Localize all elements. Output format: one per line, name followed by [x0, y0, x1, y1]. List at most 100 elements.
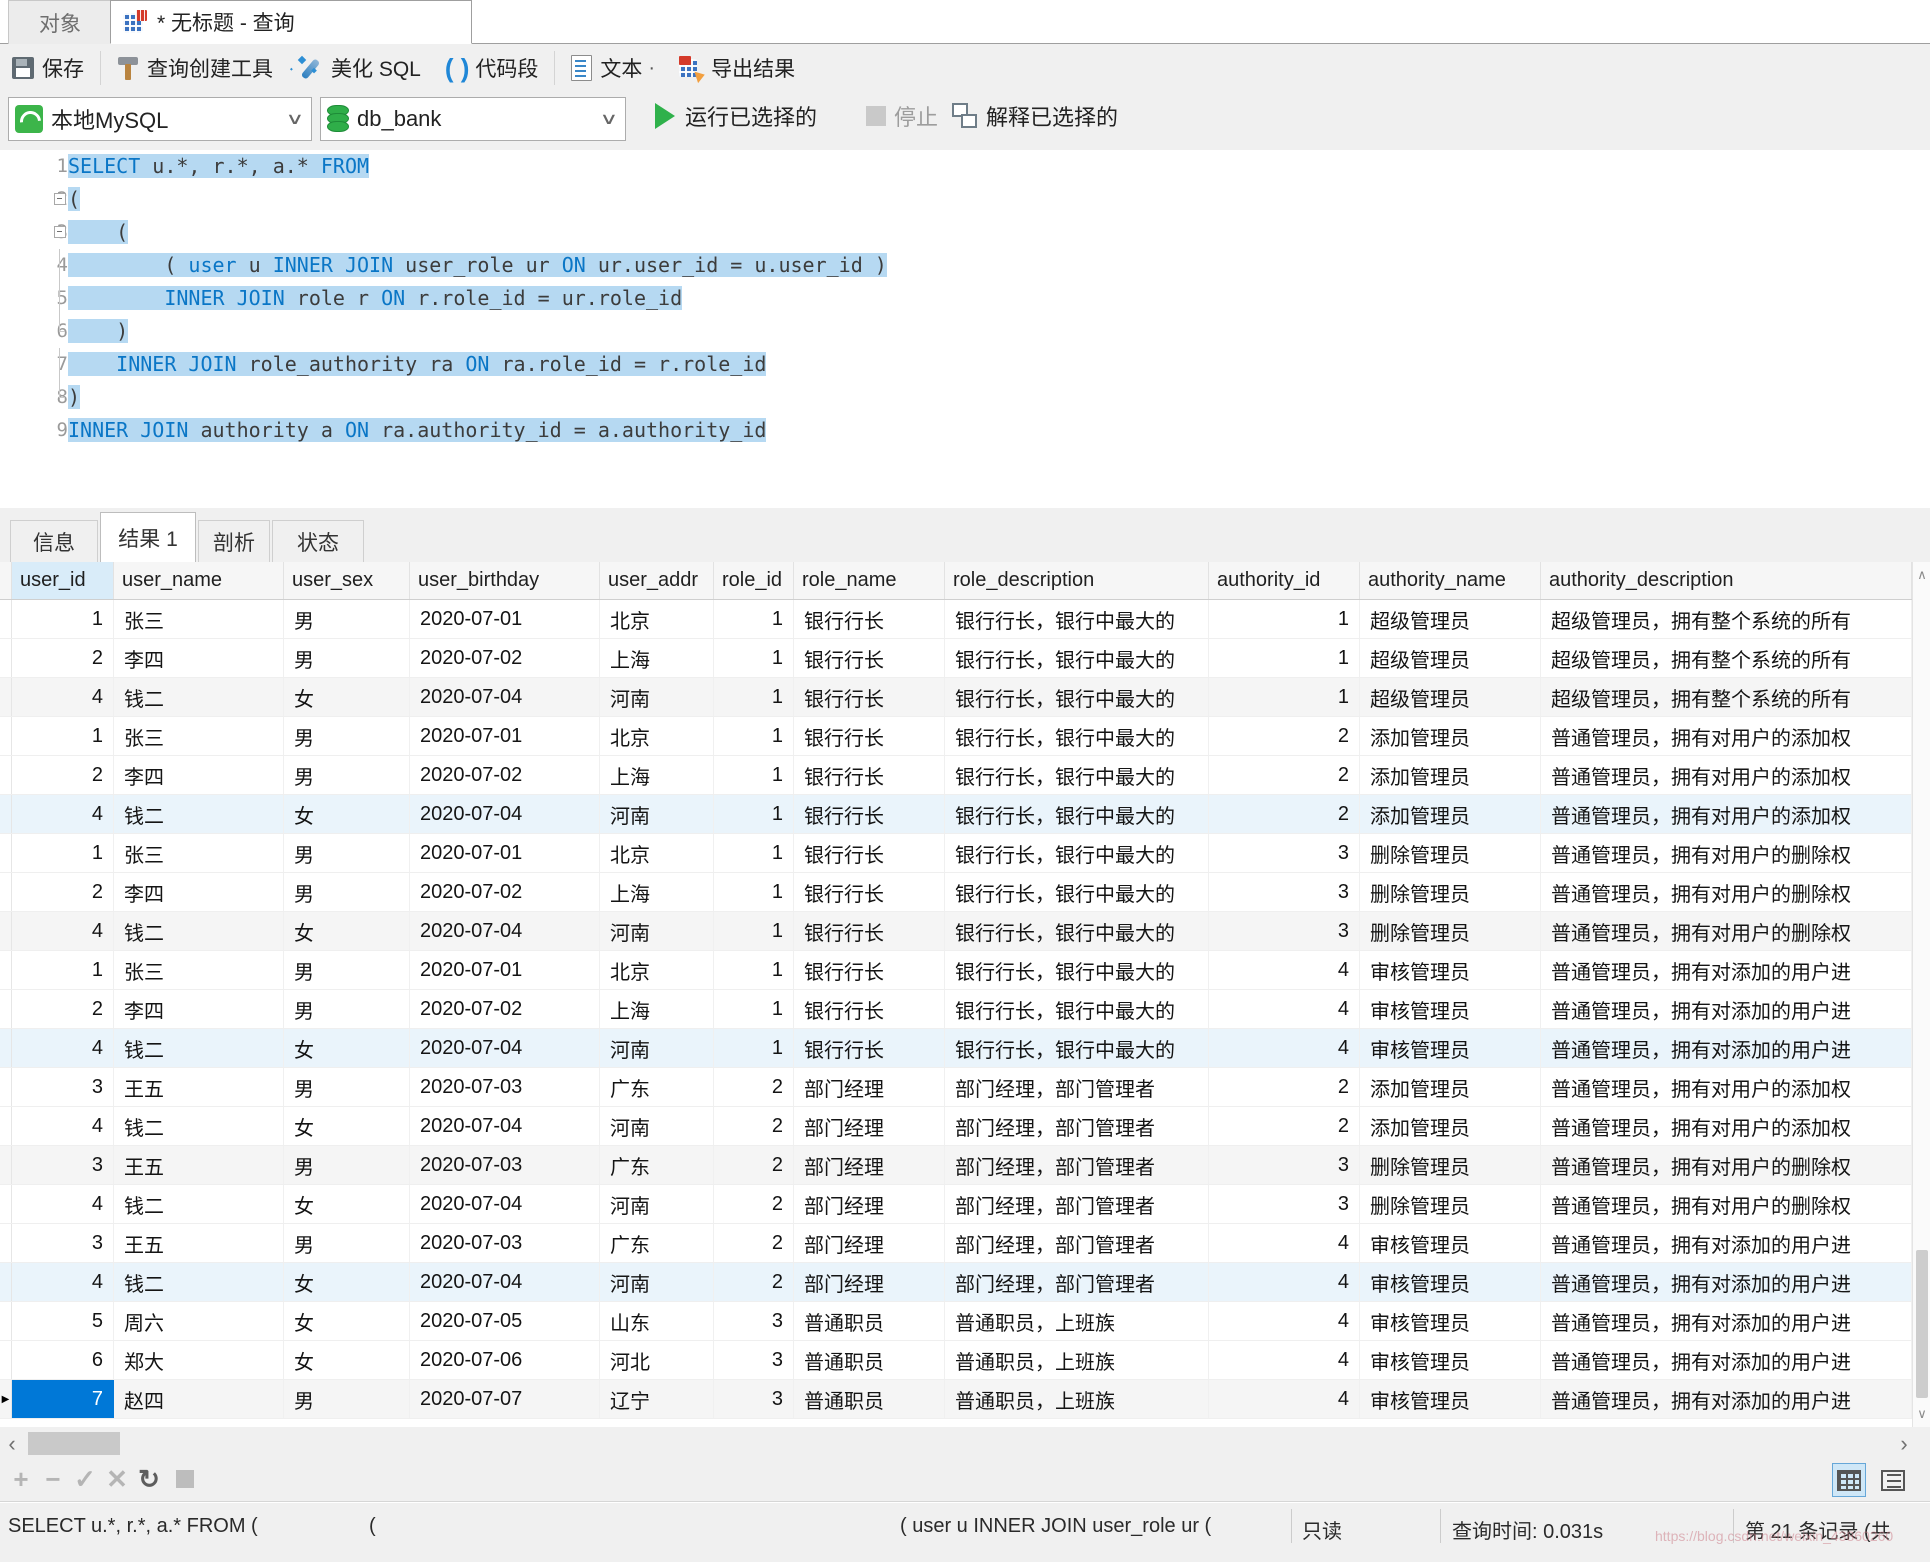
grid-cell[interactable]: 2020-07-02: [410, 873, 600, 911]
grid-cell[interactable]: 3: [12, 1224, 114, 1262]
run-selected-button[interactable]: 运行已选择的: [655, 100, 817, 132]
query-builder-button[interactable]: 查询创建工具: [105, 48, 285, 88]
grid-cell[interactable]: 银行行长，银行中最大的: [945, 990, 1209, 1028]
grid-cell[interactable]: 普通管理员，拥有对添加的用户进: [1541, 1224, 1912, 1262]
grid-cell[interactable]: 普通职员，上班族: [945, 1302, 1209, 1340]
editor-line[interactable]: 6 ): [0, 315, 1930, 348]
grid-cell[interactable]: 男: [284, 951, 410, 989]
grid-cell[interactable]: 银行行长，银行中最大的: [945, 756, 1209, 794]
grid-cell[interactable]: 钱二: [114, 678, 284, 716]
grid-cell[interactable]: 1: [714, 873, 794, 911]
grid-cell[interactable]: 2020-07-01: [410, 951, 600, 989]
grid-cell[interactable]: 审核管理员: [1360, 1263, 1541, 1301]
grid-cell[interactable]: 审核管理员: [1360, 1302, 1541, 1340]
editor-line[interactable]: 1SELECT u.*, r.*, a.* FROM: [0, 150, 1930, 183]
grid-cell[interactable]: 1: [714, 717, 794, 755]
code-text[interactable]: (: [68, 183, 80, 216]
grid-cell[interactable]: 银行行长: [794, 834, 945, 872]
grid-cell[interactable]: 删除管理员: [1360, 834, 1541, 872]
code-text[interactable]: ( user u INNER JOIN user_role ur ON ur.u…: [68, 249, 887, 282]
grid-cell[interactable]: 普通管理员，拥有对用户的添加权: [1541, 1107, 1912, 1145]
grid-cell[interactable]: 4: [1209, 951, 1360, 989]
grid-cell[interactable]: 部门经理: [794, 1146, 945, 1184]
grid-cell[interactable]: 李四: [114, 756, 284, 794]
grid-cell[interactable]: 2: [1209, 795, 1360, 833]
connection-select[interactable]: 本地MySQL ∨: [8, 97, 312, 141]
table-row[interactable]: 3王五男2020-07-03广东2部门经理部门经理，部门管理者3删除管理员普通管…: [0, 1146, 1912, 1185]
grid-cell[interactable]: 普通管理员，拥有对用户的添加权: [1541, 795, 1912, 833]
grid-cell[interactable]: 男: [284, 600, 410, 638]
grid-cell[interactable]: 2020-07-02: [410, 639, 600, 677]
grid-cell[interactable]: 1: [714, 795, 794, 833]
grid-cell[interactable]: 2020-07-07: [410, 1380, 600, 1418]
grid-cell[interactable]: 普通管理员，拥有对添加的用户进: [1541, 1263, 1912, 1301]
grid-cell[interactable]: 审核管理员: [1360, 1029, 1541, 1067]
grid-cell[interactable]: 2020-07-01: [410, 600, 600, 638]
grid-cell[interactable]: 银行行长，银行中最大的: [945, 873, 1209, 911]
grid-cell[interactable]: 上海: [600, 873, 714, 911]
grid-cell[interactable]: 3: [1209, 1146, 1360, 1184]
grid-cell[interactable]: 部门经理，部门管理者: [945, 1263, 1209, 1301]
code-text[interactable]: (: [68, 216, 128, 249]
grid-cell[interactable]: 河南: [600, 1185, 714, 1223]
grid-cell[interactable]: 2020-07-04: [410, 795, 600, 833]
grid-cell[interactable]: 李四: [114, 873, 284, 911]
grid-cell[interactable]: 审核管理员: [1360, 1380, 1541, 1418]
code-text[interactable]: ): [68, 315, 128, 348]
table-row[interactable]: 4钱二女2020-07-04河南1银行行长银行行长，银行中最大的3删除管理员普通…: [0, 912, 1912, 951]
grid-cell[interactable]: 4: [1209, 1263, 1360, 1301]
grid-cell[interactable]: 2: [12, 990, 114, 1028]
grid-cell[interactable]: 男: [284, 834, 410, 872]
grid-cell[interactable]: 李四: [114, 990, 284, 1028]
table-row[interactable]: 1张三男2020-07-01北京1银行行长银行行长，银行中最大的1超级管理员超级…: [0, 600, 1912, 639]
grid-cell[interactable]: 1: [1209, 678, 1360, 716]
table-row[interactable]: 5周六女2020-07-05山东3普通职员普通职员，上班族4审核管理员普通管理员…: [0, 1302, 1912, 1341]
export-result-button[interactable]: 导出结果: [667, 48, 807, 88]
tab-objects[interactable]: 对象: [8, 0, 112, 44]
grid-cell[interactable]: 广东: [600, 1146, 714, 1184]
grid-cell[interactable]: 2: [714, 1107, 794, 1145]
grid-cell[interactable]: 3: [12, 1146, 114, 1184]
grid-cell[interactable]: 河南: [600, 678, 714, 716]
grid-cell[interactable]: 银行行长，银行中最大的: [945, 639, 1209, 677]
grid-cell[interactable]: 删除管理员: [1360, 912, 1541, 950]
grid-cell[interactable]: 男: [284, 990, 410, 1028]
form-view-button[interactable]: [1876, 1463, 1910, 1497]
grid-cell[interactable]: 上海: [600, 756, 714, 794]
grid-cell[interactable]: 6: [12, 1341, 114, 1379]
editor-line[interactable]: 9INNER JOIN authority a ON ra.authority_…: [0, 414, 1930, 447]
grid-cell[interactable]: 超级管理员: [1360, 678, 1541, 716]
grid-cell[interactable]: 河南: [600, 1107, 714, 1145]
grid-cell[interactable]: 男: [284, 1068, 410, 1106]
grid-cell[interactable]: 2020-07-01: [410, 834, 600, 872]
grid-cell[interactable]: 2: [714, 1224, 794, 1262]
grid-cell[interactable]: 普通管理员，拥有对添加的用户进: [1541, 990, 1912, 1028]
grid-cell[interactable]: 郑大: [114, 1341, 284, 1379]
grid-cell[interactable]: 钱二: [114, 1029, 284, 1067]
grid-cell[interactable]: 3: [1209, 1185, 1360, 1223]
grid-cell[interactable]: 2: [714, 1185, 794, 1223]
grid-cell[interactable]: 4: [1209, 990, 1360, 1028]
grid-cell[interactable]: 银行行长: [794, 756, 945, 794]
editor-line[interactable]: 2(: [0, 183, 1930, 216]
grid-cell[interactable]: 女: [284, 1107, 410, 1145]
grid-cell[interactable]: 男: [284, 1224, 410, 1262]
grid-cell[interactable]: 部门经理，部门管理者: [945, 1146, 1209, 1184]
grid-cell[interactable]: 女: [284, 1302, 410, 1340]
editor-line[interactable]: 5 INNER JOIN role r ON r.role_id = ur.ro…: [0, 282, 1930, 315]
grid-cell[interactable]: 2020-07-04: [410, 1263, 600, 1301]
horizontal-scroll-thumb[interactable]: [28, 1432, 120, 1455]
grid-cell[interactable]: 女: [284, 795, 410, 833]
grid-cell[interactable]: 2020-07-03: [410, 1068, 600, 1106]
grid-cell[interactable]: 银行行长: [794, 795, 945, 833]
grid-cell[interactable]: 1: [714, 600, 794, 638]
grid-cell[interactable]: 添加管理员: [1360, 1107, 1541, 1145]
grid-cell[interactable]: 添加管理员: [1360, 795, 1541, 833]
grid-cell[interactable]: 审核管理员: [1360, 990, 1541, 1028]
grid-cell[interactable]: 3: [12, 1068, 114, 1106]
grid-cell[interactable]: 银行行长: [794, 678, 945, 716]
grid-cell[interactable]: 2020-07-02: [410, 990, 600, 1028]
grid-cell[interactable]: 2020-07-06: [410, 1341, 600, 1379]
grid-cell[interactable]: 普通职员: [794, 1380, 945, 1418]
grid-cell[interactable]: 超级管理员: [1360, 639, 1541, 677]
